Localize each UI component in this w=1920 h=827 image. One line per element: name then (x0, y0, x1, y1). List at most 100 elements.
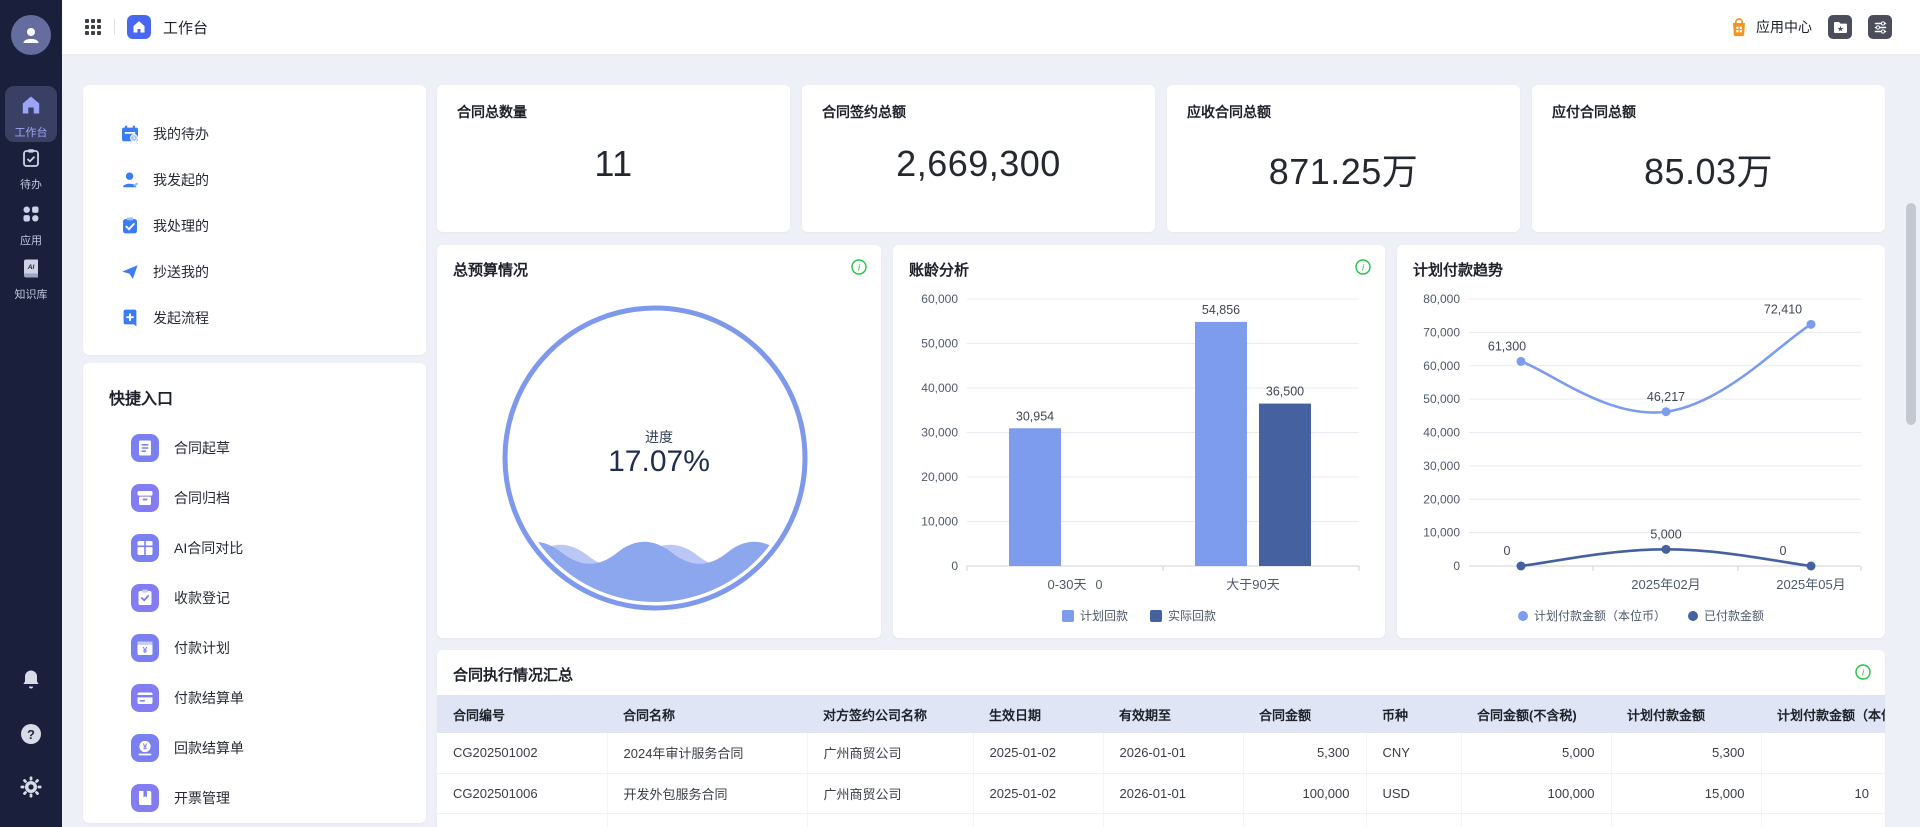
table-cell: 广州商贸公司 (807, 733, 973, 773)
table-cell: 15,000 (1611, 773, 1761, 813)
svg-text:20,000: 20,000 (921, 470, 958, 484)
bar-chart-legend: 计划回款 实际回款 (893, 607, 1385, 624)
table-cell: 2025-01-02 (973, 733, 1103, 773)
line-chart: 010,00020,00030,00040,00050,00060,00070,… (1411, 281, 1871, 608)
quick-entry-item[interactable]: 收款登记 (83, 573, 426, 623)
settings-button[interactable] (0, 776, 62, 803)
legend-item[interactable]: 计划付款金额（本位币） (1518, 607, 1666, 624)
help-button[interactable]: ? (0, 722, 62, 751)
table-row[interactable]: CG2025010022024年审计服务合同广州商贸公司2025-01-0220… (437, 733, 1885, 773)
menu-item-initiated-by-me[interactable]: 我发起的 (83, 157, 426, 203)
column-header: 合同金额 (1243, 695, 1366, 733)
table-cell (1366, 813, 1461, 827)
clipboard-icon (131, 584, 159, 612)
aging-analysis-card: 账龄分析 i 010,00020,00030,00040,00050,00060… (893, 245, 1385, 638)
quick-entry-item[interactable]: ¥回款结算单 (83, 723, 426, 773)
table-cell (1611, 813, 1761, 827)
svg-text:50,000: 50,000 (921, 337, 958, 351)
menu-item-my-todo[interactable]: 我的待办 (83, 111, 426, 157)
legend-item[interactable]: 计划回款 (1062, 607, 1128, 624)
budget-gauge-card: 总预算情况 i 进度 17.07% (437, 245, 881, 638)
quick-entry-item[interactable]: 合同归档 (83, 473, 426, 523)
sidebar-item-apps[interactable]: 应用 (5, 204, 57, 248)
bar-chart-svg: 010,00020,00030,00040,00050,00060,00030,… (909, 281, 1369, 603)
info-icon[interactable]: i (1355, 259, 1371, 275)
table-header-row: 合同编号合同名称对方签约公司名称生效日期有效期至合同金额币种合同金额(不含税)计… (437, 695, 1885, 733)
svg-text:0: 0 (1096, 578, 1103, 592)
table-cell: 2025-01-02 (973, 773, 1103, 813)
column-header: 生效日期 (973, 695, 1103, 733)
stat-value: 871.25万 (1167, 143, 1520, 195)
notifications-button[interactable] (0, 668, 62, 695)
stat-label: 应付合同总额 (1552, 102, 1865, 122)
svg-text:40,000: 40,000 (921, 381, 958, 395)
quick-entry-label: 合同起草 (174, 438, 230, 458)
table-row[interactable]: 新项目1设备采购合同广州商贸公司 (437, 813, 1885, 827)
person-icon (20, 24, 42, 46)
info-icon[interactable]: i (1855, 664, 1871, 680)
document-icon (131, 434, 159, 462)
contract-table: 合同编号合同名称对方签约公司名称生效日期有效期至合同金额币种合同金额(不含税)计… (437, 695, 1885, 827)
svg-text:0: 0 (1453, 559, 1460, 573)
quick-entry-item[interactable]: 开票管理 (83, 773, 426, 823)
svg-text:i: i (1362, 263, 1365, 274)
gauge-progress-value: 17.07% (437, 445, 881, 479)
stat-card-contract-count: 合同总数量 11 (437, 85, 790, 232)
info-icon[interactable]: i (851, 259, 867, 275)
svg-text:46,217: 46,217 (1647, 390, 1685, 404)
legend-item[interactable]: 已付款金额 (1688, 607, 1764, 624)
menu-item-label: 我的待办 (153, 124, 209, 144)
ai-book-icon: AI (21, 258, 41, 278)
sidebar-item-workbench[interactable]: 工作台 (5, 86, 57, 142)
table-cell: 广州商贸公司 (807, 773, 973, 813)
column-header: 币种 (1366, 695, 1461, 733)
user-icon (120, 170, 140, 190)
list-settings-icon (1873, 20, 1888, 35)
favorites-folder-button[interactable]: ★ (1828, 15, 1852, 39)
legend-swatch (1062, 610, 1074, 622)
vertical-scrollbar[interactable] (1906, 203, 1916, 425)
sidebar-item-label: 应用 (5, 232, 57, 248)
menu-item-label: 抄送我的 (153, 262, 209, 282)
menu-item-processed-by-me[interactable]: 我处理的 (83, 203, 426, 249)
svg-text:¥: ¥ (143, 742, 148, 751)
menu-item-label: 发起流程 (153, 308, 209, 328)
apps-grid-icon (21, 204, 41, 224)
paper-plane-icon (120, 262, 140, 282)
table-row[interactable]: CG202501006开发外包服务合同广州商贸公司2025-01-022026-… (437, 773, 1885, 813)
waffle-menu-icon[interactable] (84, 18, 102, 36)
app-center-button[interactable]: 应用中心 (1729, 17, 1812, 37)
table-cell (1243, 813, 1366, 827)
svg-text:大于90天: 大于90天 (1226, 577, 1279, 592)
menu-item-label: 我发起的 (153, 170, 209, 190)
table-cell: USD (1366, 773, 1461, 813)
menu-item-cc-to-me[interactable]: 抄送我的 (83, 249, 426, 295)
legend-label: 计划回款 (1080, 607, 1128, 624)
legend-label: 计划付款金额（本位币） (1534, 607, 1666, 624)
quick-entry-item[interactable]: AI合同对比 (83, 523, 426, 573)
quick-entry-item[interactable]: 付款结算单 (83, 673, 426, 723)
quick-entry-item[interactable]: 合同起草 (83, 423, 426, 473)
system-manage-button[interactable] (1868, 15, 1892, 39)
menu-item-start-process[interactable]: 发起流程 (83, 295, 426, 341)
table-cell (437, 813, 607, 827)
legend-item[interactable]: 实际回款 (1150, 607, 1216, 624)
table-cell: 2024年审计服务合同 (607, 733, 807, 773)
svg-text:2025年02月: 2025年02月 (1631, 577, 1700, 592)
workbench-app-icon[interactable] (127, 15, 151, 39)
column-header: 计划付款金额（本位币） (1761, 695, 1885, 733)
question-icon: ? (19, 722, 43, 746)
svg-text:60,000: 60,000 (1423, 359, 1460, 373)
user-avatar[interactable] (11, 15, 51, 55)
svg-text:60,000: 60,000 (921, 292, 958, 306)
quick-entry-item[interactable]: ¥付款计划 (83, 623, 426, 673)
plus-square-icon (120, 308, 140, 328)
my-tasks-panel: 我的待办 我发起的 我处理的 抄送我的 (83, 85, 426, 355)
sidebar-item-todo[interactable]: 待办 (5, 148, 57, 192)
svg-text:0: 0 (1504, 544, 1511, 558)
table-cell (1103, 813, 1243, 827)
svg-text:40,000: 40,000 (1423, 426, 1460, 440)
gear-icon (20, 776, 42, 798)
quick-entry-label: 开票管理 (174, 788, 230, 808)
sidebar-item-knowledge[interactable]: AI 知识库 (5, 258, 57, 302)
